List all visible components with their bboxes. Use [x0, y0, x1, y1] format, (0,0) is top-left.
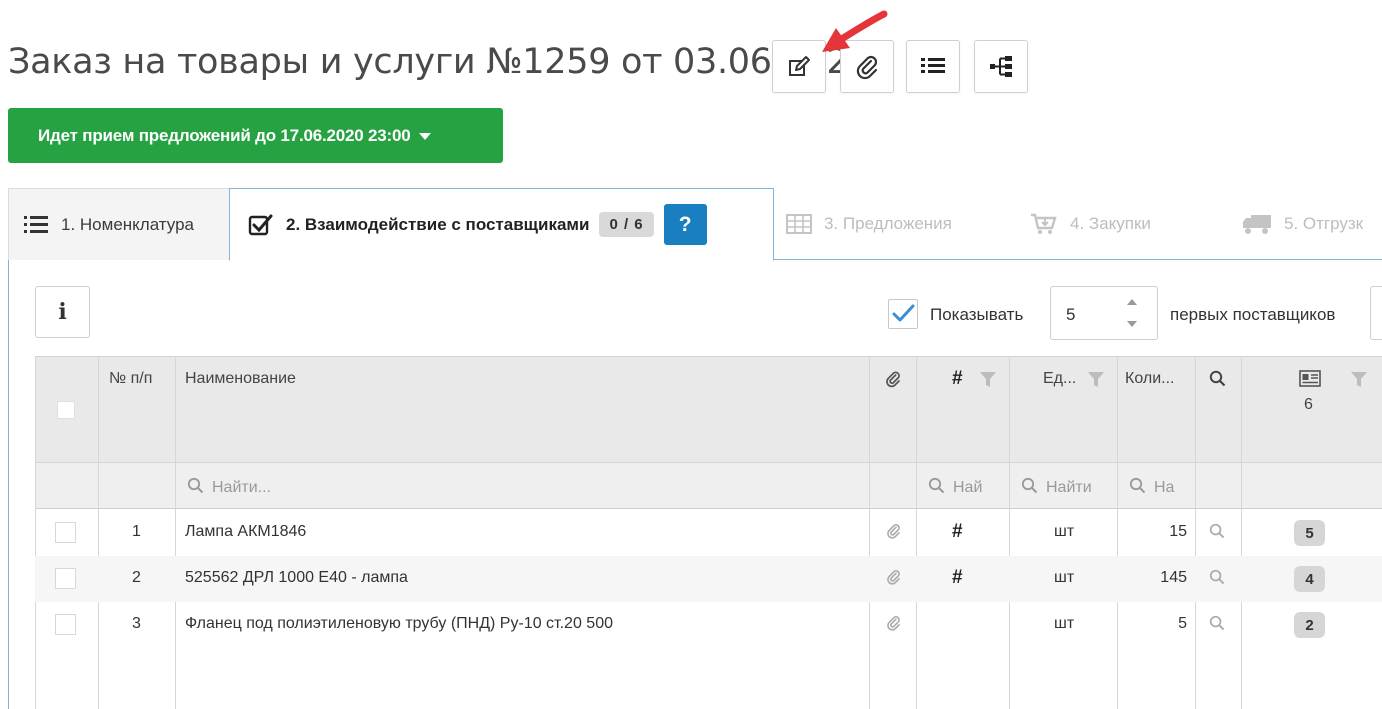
col-header-hash[interactable]: # — [952, 368, 963, 390]
row-qty: 15 — [1169, 523, 1187, 540]
tree-icon — [990, 55, 1012, 77]
select-all-checkbox[interactable] — [57, 401, 75, 419]
page-title: Заказ на товары и услуги №1259 от 03.06.… — [8, 42, 871, 82]
table-row[interactable]: 1 Лампа АКМ1846 # шт 15 5 — [35, 510, 1382, 556]
unit-filter-input[interactable]: Найти — [1021, 477, 1111, 499]
items-grid: № п/п Наименование # Ед... Коли... 6 Най… — [35, 356, 1382, 709]
tab-shipments[interactable]: 5. Отгрузк — [1242, 188, 1363, 260]
checkbox-icon — [248, 213, 274, 237]
filter-placeholder: Найти — [1046, 479, 1092, 496]
filter-icon[interactable] — [979, 370, 997, 393]
list-button[interactable] — [906, 40, 960, 93]
show-checkbox[interactable] — [888, 299, 918, 329]
status-dropdown-button[interactable]: Идет прием предложений до 17.06.2020 23:… — [8, 108, 503, 163]
search-icon — [1129, 477, 1146, 499]
cart-icon — [1030, 212, 1058, 236]
tab-purchases[interactable]: 4. Закупки — [1030, 188, 1151, 260]
search-icon — [928, 477, 945, 499]
supplier-count-badge: 0 / 6 — [599, 212, 654, 237]
row-hash[interactable]: # — [952, 567, 963, 589]
name-filter-input[interactable]: Найти... — [187, 477, 857, 499]
checkmark-icon — [892, 304, 915, 322]
filter-icon[interactable] — [1350, 370, 1368, 393]
tab-supplier-interaction[interactable]: 2. Взаимодействие с поставщиками 0 / 6 ? — [229, 188, 774, 261]
supplier-badge[interactable]: 2 — [1294, 612, 1325, 638]
row-name: 525562 ДРЛ 1000 Е40 - лампа — [185, 569, 408, 586]
table-icon — [786, 214, 812, 234]
filter-icon[interactable] — [1087, 370, 1105, 393]
row-name: Фланец под полиэтиленовую трубу (ПНД) Ру… — [185, 615, 613, 632]
row-unit: шт — [1054, 615, 1075, 632]
info-button[interactable]: i — [35, 286, 90, 338]
numbered-list-icon — [23, 214, 49, 236]
list-icon — [921, 57, 945, 73]
truck-icon — [1242, 213, 1272, 235]
row-qty: 5 — [1178, 615, 1187, 632]
search-icon[interactable] — [1209, 569, 1225, 590]
help-button[interactable]: ? — [663, 204, 707, 245]
supplier-badge[interactable]: 5 — [1294, 520, 1325, 546]
row-unit: шт — [1054, 569, 1075, 586]
edit-icon — [789, 55, 810, 76]
paperclip-icon[interactable] — [886, 615, 901, 636]
row-num: 1 — [132, 523, 141, 540]
row-checkbox[interactable] — [55, 568, 76, 589]
row-checkbox[interactable] — [55, 522, 76, 543]
tab-label: 4. Закупки — [1070, 214, 1151, 233]
supplier-card-icon — [1299, 370, 1321, 393]
tree-button[interactable] — [974, 40, 1028, 93]
filter-placeholder: Най — [953, 479, 983, 496]
col-header-unit[interactable]: Ед... — [1043, 370, 1076, 388]
table-row[interactable]: 2 525562 ДРЛ 1000 Е40 - лампа # шт 145 4 — [35, 556, 1382, 602]
row-num: 2 — [132, 569, 141, 586]
search-icon[interactable] — [1209, 615, 1225, 636]
col-header-num[interactable]: № п/п — [109, 370, 152, 388]
search-icon[interactable] — [1209, 523, 1225, 544]
search-icon[interactable] — [1209, 370, 1226, 392]
row-num: 3 — [132, 615, 141, 632]
row-checkbox[interactable] — [55, 614, 76, 635]
table-row[interactable]: 3 Фланец под полиэтиленовую трубу (ПНД) … — [35, 602, 1382, 648]
cut-off-control[interactable] — [1370, 286, 1382, 340]
paperclip-icon[interactable] — [886, 569, 901, 590]
row-unit: шт — [1054, 523, 1075, 540]
caret-down-icon — [418, 132, 431, 140]
paperclip-icon — [885, 370, 901, 393]
stepper-up-icon[interactable] — [1127, 299, 1137, 305]
search-icon — [187, 477, 204, 499]
row-hash[interactable]: # — [952, 521, 963, 543]
col-header-name[interactable]: Наименование — [185, 370, 296, 388]
col-header-qty[interactable]: Коли... — [1125, 370, 1174, 388]
stepper-down-icon[interactable] — [1127, 321, 1137, 327]
stepper-value: 5 — [1066, 305, 1076, 324]
supplier-count-header: 6 — [1304, 396, 1313, 413]
tab-label: 2. Взаимодействие с поставщиками — [286, 214, 590, 234]
qty-filter-input[interactable]: На — [1129, 477, 1191, 499]
hash-filter-input[interactable]: Най — [928, 477, 1004, 499]
tab-label: 3. Предложения — [824, 214, 952, 233]
paperclip-icon[interactable] — [886, 523, 901, 544]
first-suppliers-label: первых поставщиков — [1170, 305, 1336, 324]
tab-offers[interactable]: 3. Предложения — [786, 188, 952, 260]
filter-placeholder: Найти... — [212, 479, 271, 496]
search-icon — [1021, 477, 1038, 499]
annotation-arrow-icon — [822, 10, 888, 52]
tab-label: 1. Номенклатура — [61, 214, 194, 234]
show-label: Показывать — [930, 305, 1024, 324]
tab-nomenclature[interactable]: 1. Номенклатура — [8, 188, 230, 260]
row-qty: 145 — [1160, 569, 1187, 586]
filter-placeholder: На — [1154, 479, 1175, 496]
supplier-count-stepper[interactable]: 5 — [1050, 286, 1158, 340]
supplier-badge[interactable]: 4 — [1294, 566, 1325, 592]
status-label: Идет прием предложений до 17.06.2020 23:… — [38, 125, 411, 145]
row-name: Лампа АКМ1846 — [185, 523, 307, 540]
tab-label: 5. Отгрузк — [1284, 214, 1364, 233]
